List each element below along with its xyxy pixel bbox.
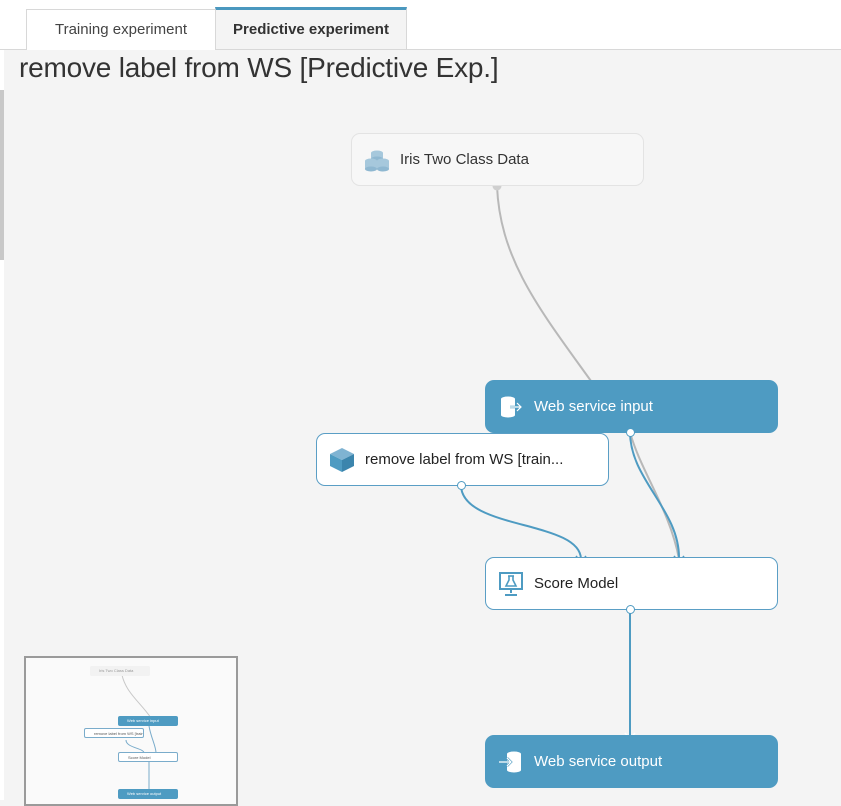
web-service-input-output-port[interactable] (626, 428, 635, 437)
dataset-icon (365, 150, 389, 171)
minimap-node-trained-model: remove label from WS [train... (84, 728, 144, 738)
node-label: remove label from WS [train... (365, 451, 564, 468)
minimap-node-iris: Iris Two Class Data (90, 666, 150, 676)
edge-trained-model-to-score-model (460, 484, 582, 560)
node-label: Iris Two Class Data (400, 151, 529, 168)
minimap-node-score-model: Score Model (118, 752, 178, 762)
minimap[interactable]: Iris Two Class Data Web service input re… (24, 656, 238, 806)
node-label: Web service input (534, 398, 653, 415)
web-service-input-icon (501, 396, 523, 417)
node-web-service-output[interactable]: Web service output (485, 735, 778, 788)
node-label: Score Model (534, 575, 619, 592)
minimap-node-web-service-input: Web service input (118, 716, 178, 726)
edge-iris-to-web-service-input (496, 185, 592, 382)
trained-model-output-port[interactable] (457, 481, 466, 490)
node-web-service-input[interactable]: Web service input (485, 380, 778, 433)
trained-model-icon (330, 447, 354, 472)
minimap-node-web-service-output: Web service output (118, 789, 178, 799)
score-model-output-port[interactable] (626, 605, 635, 614)
score-model-icon (499, 571, 523, 596)
node-iris-two-class-data[interactable]: Iris Two Class Data (351, 133, 644, 186)
web-service-output-icon (499, 751, 521, 772)
node-label: Web service output (534, 753, 663, 770)
node-trained-model[interactable]: remove label from WS [train... (316, 433, 609, 486)
node-score-model[interactable]: Score Model (485, 557, 778, 610)
